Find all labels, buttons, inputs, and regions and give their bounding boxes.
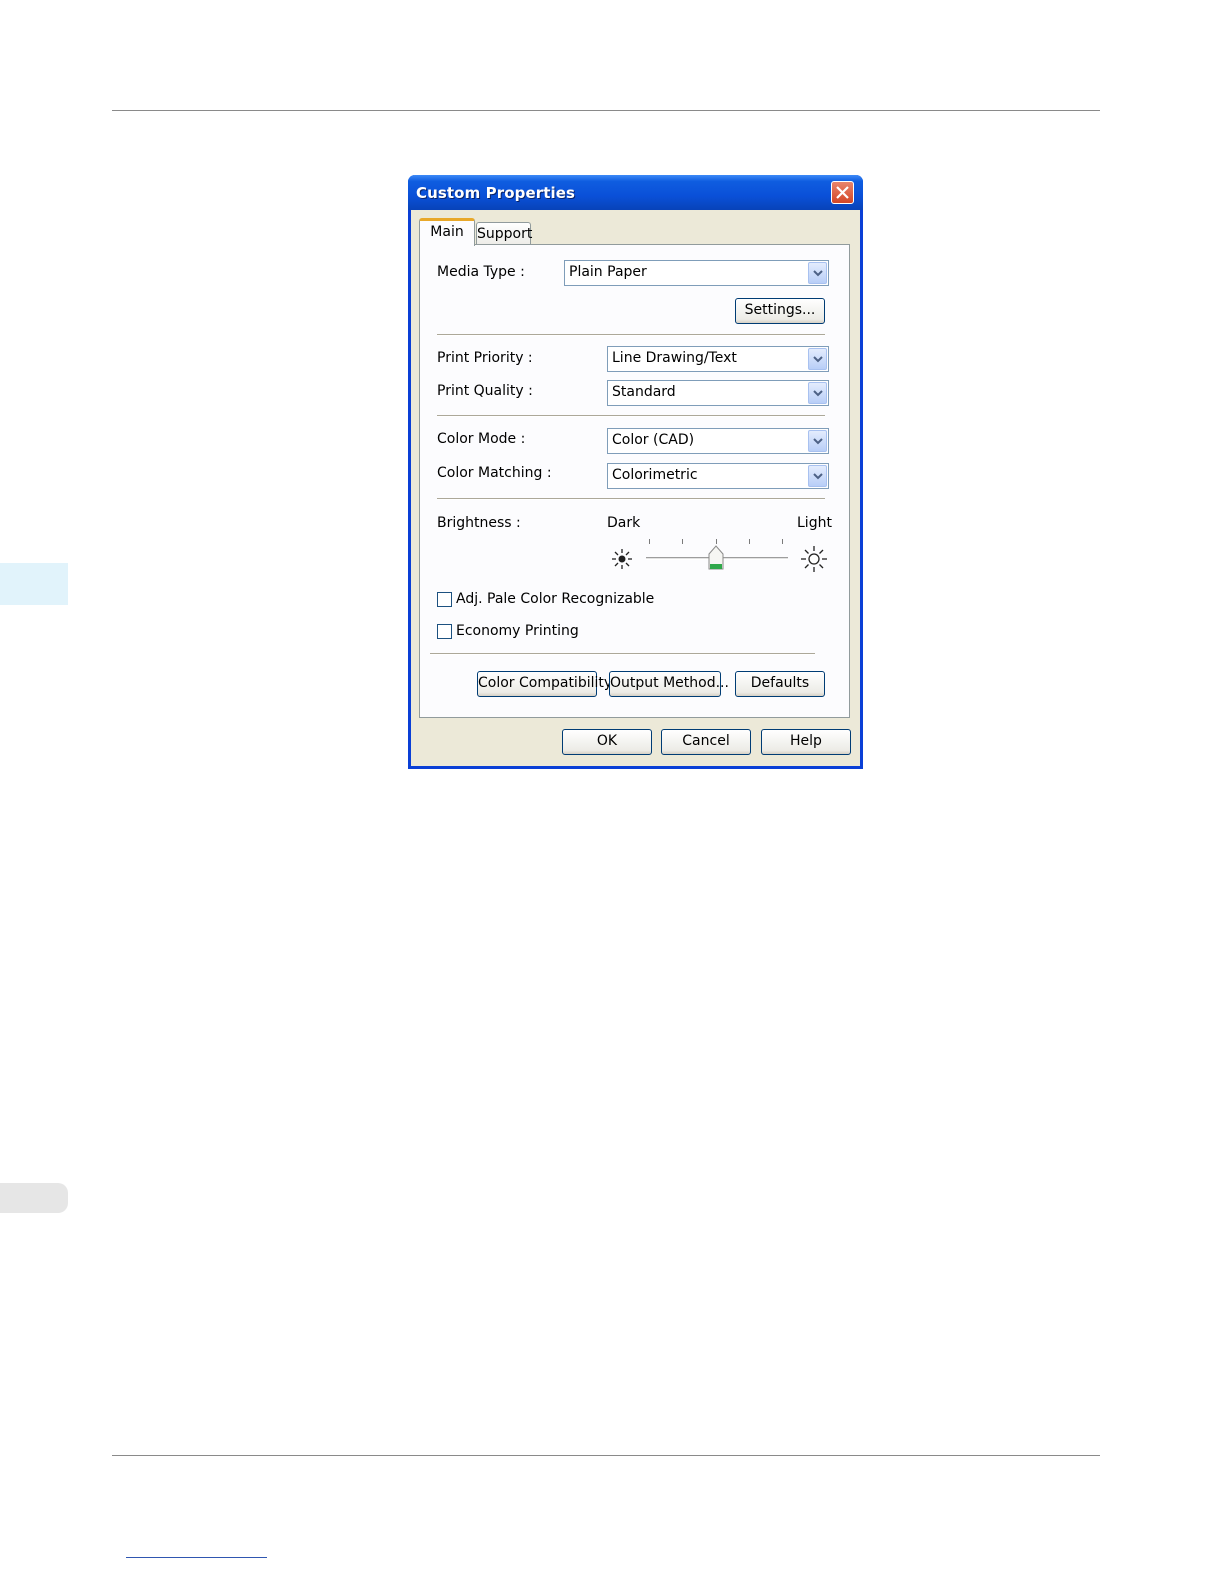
slider-tick <box>716 539 717 544</box>
pale-color-checkbox[interactable] <box>437 592 452 607</box>
print-priority-select[interactable]: Line Drawing/Text <box>607 346 829 372</box>
print-quality-value: Standard <box>612 384 676 400</box>
dialog-title: Custom Properties <box>416 184 576 202</box>
print-priority-label: Print Priority : <box>437 350 533 366</box>
cancel-label: Cancel <box>682 733 730 749</box>
color-mode-select[interactable]: Color (CAD) <box>607 428 829 454</box>
chevron-down-icon <box>813 270 823 277</box>
dropdown-arrow <box>808 348 827 370</box>
settings-button[interactable]: Settings... <box>735 298 825 324</box>
chevron-down-icon <box>813 356 823 363</box>
separator <box>430 653 815 655</box>
defaults-label: Defaults <box>750 675 810 691</box>
ok-button[interactable]: OK <box>562 729 652 755</box>
color-matching-select[interactable]: Colorimetric <box>607 463 829 489</box>
pale-color-label: Adj. Pale Color Recognizable <box>456 591 655 607</box>
brightness-label: Brightness : <box>437 515 521 531</box>
cancel-button[interactable]: Cancel <box>661 729 751 755</box>
help-button[interactable]: Help <box>761 729 851 755</box>
media-type-label: Media Type : <box>437 264 525 280</box>
output-method-button[interactable]: Output Method... <box>609 671 729 697</box>
economy-printing-label: Economy Printing <box>456 623 579 639</box>
page-header-rule <box>112 110 1100 111</box>
custom-properties-dialog: Custom Properties Main Support Media Typ… <box>408 175 863 769</box>
main-tab-panel: Media Type : Plain Paper Settings... Pri… <box>419 244 850 718</box>
separator <box>437 334 825 336</box>
economy-printing-checkbox[interactable] <box>437 624 452 639</box>
defaults-button[interactable]: Defaults <box>735 671 825 697</box>
chevron-down-icon <box>813 438 823 445</box>
color-compatibility-button[interactable]: Color Compatibility <box>477 671 612 697</box>
index-tab-marker <box>0 1183 68 1213</box>
separator <box>437 415 825 417</box>
dropdown-arrow <box>808 382 827 404</box>
footer-link-underline[interactable] <box>126 1557 267 1558</box>
print-quality-select[interactable]: Standard <box>607 380 829 406</box>
media-type-value: Plain Paper <box>569 264 647 280</box>
brightness-light-label: Light <box>797 515 832 531</box>
brightness-slider-thumb[interactable] <box>708 545 724 571</box>
chevron-down-icon <box>813 390 823 397</box>
close-button[interactable] <box>831 181 854 204</box>
brightness-dark-label: Dark <box>607 515 641 531</box>
separator <box>437 498 825 500</box>
dialog-titlebar[interactable]: Custom Properties <box>408 175 863 210</box>
color-mode-label: Color Mode : <box>437 431 526 447</box>
tab-support[interactable]: Support <box>476 222 532 246</box>
slider-tick <box>782 539 783 544</box>
settings-button-label: Settings... <box>744 302 816 318</box>
color-mode-value: Color (CAD) <box>612 432 695 448</box>
media-type-select[interactable]: Plain Paper <box>564 260 829 286</box>
chapter-tab-marker <box>0 563 68 605</box>
dropdown-arrow <box>808 430 827 452</box>
chevron-down-icon <box>813 473 823 480</box>
page-footer-rule <box>112 1455 1100 1456</box>
ok-label: OK <box>596 733 618 749</box>
slider-tick <box>682 539 683 544</box>
print-quality-label: Print Quality : <box>437 383 533 399</box>
color-matching-value: Colorimetric <box>612 467 698 483</box>
print-priority-value: Line Drawing/Text <box>612 350 737 366</box>
dropdown-arrow <box>808 262 827 284</box>
dark-sun-icon <box>612 549 632 569</box>
light-sun-icon <box>801 546 827 572</box>
slider-tick <box>649 539 650 544</box>
close-icon <box>836 186 849 199</box>
dropdown-arrow <box>808 465 827 487</box>
tab-main[interactable]: Main <box>419 218 475 246</box>
help-label: Help <box>790 733 822 749</box>
slider-tick <box>749 539 750 544</box>
color-compatibility-label: Color Compatibility <box>478 675 613 691</box>
output-method-label: Output Method... <box>610 675 729 691</box>
color-matching-label: Color Matching : <box>437 465 552 481</box>
